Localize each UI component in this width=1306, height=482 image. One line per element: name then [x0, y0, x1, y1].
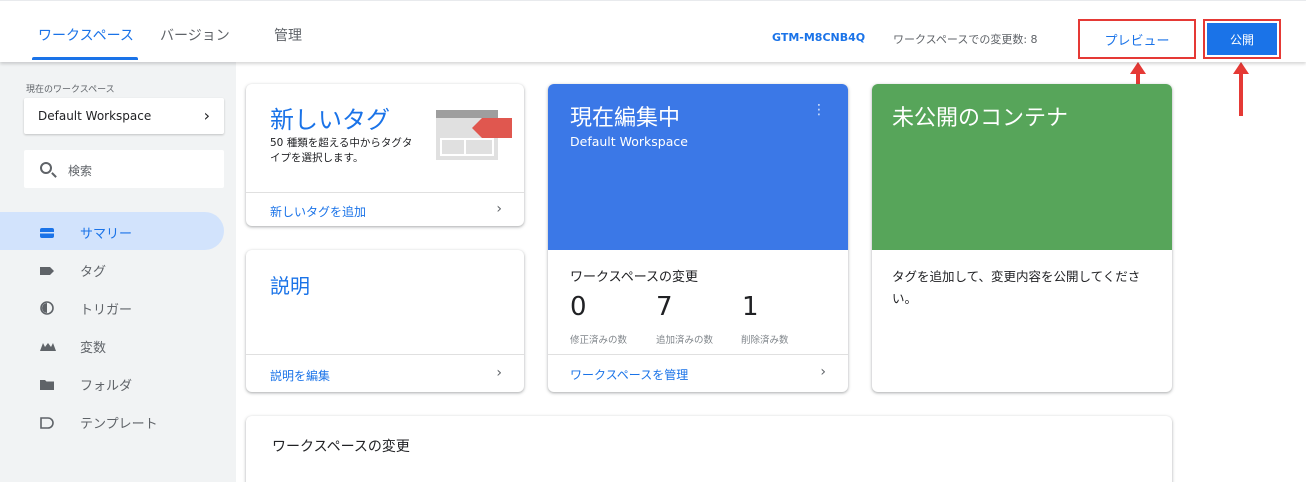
sidebar-item-summary[interactable]: サマリー	[0, 212, 224, 250]
unpublished-container-title: 未公開のコンテナ	[892, 106, 1069, 131]
description-title: 説明	[270, 274, 310, 298]
modified-label: 修正済みの数	[570, 335, 628, 346]
trigger-icon	[40, 300, 54, 315]
sidebar-item-label: 変数	[80, 341, 107, 356]
unpublished-container-card: 未公開のコンテナ タグを追加して、変更内容を公開してください。	[872, 84, 1172, 392]
sidebar-item-variables[interactable]: 変数	[0, 326, 224, 364]
unpublished-container-message: タグを追加して、変更内容を公開してください。	[892, 269, 1141, 306]
manage-workspaces-label: ワークスペースを管理	[570, 368, 689, 382]
currently-editing-header: 現在編集中 Default Workspace ⋮	[548, 84, 848, 250]
add-new-tag-link[interactable]: 新しいタグを追加 ›	[246, 193, 524, 226]
tab-versions[interactable]: バージョン	[160, 25, 230, 45]
preview-button[interactable]: プレビュー	[1078, 19, 1196, 59]
deleted-count: 1	[742, 292, 759, 322]
deleted-label: 削除済み数	[741, 335, 789, 346]
tag-illustration-red-tag	[472, 118, 512, 138]
chevron-right-icon: ›	[496, 365, 502, 381]
new-tag-title[interactable]: 新しいタグ	[270, 100, 390, 135]
new-tag-description: 50 種類を超える中からタグタイプを選択します。	[270, 137, 413, 164]
more-vert-icon[interactable]: ⋮	[812, 102, 826, 118]
chevron-right-icon: ›	[496, 201, 502, 217]
sidebar-item-label: トリガー	[80, 303, 133, 318]
sidebar-item-tags[interactable]: タグ	[0, 250, 224, 288]
sidebar-item-label: タグ	[80, 265, 107, 280]
edit-description-label: 説明を編集	[270, 369, 331, 383]
sidebar-item-label: フォルダ	[80, 379, 133, 394]
workspace-changes-heading: ワークスペースの変更	[272, 439, 410, 455]
folder-icon	[40, 376, 54, 390]
search-icon	[40, 162, 52, 174]
description-card: 説明 説明を編集 ›	[246, 250, 524, 392]
sidebar-item-templates[interactable]: テンプレート	[0, 402, 224, 440]
current-workspace-name: Default Workspace	[570, 134, 688, 149]
search-placeholder: 検索	[68, 164, 93, 178]
top-bar: ワークスペース バージョン 管理 GTM-M8CNB4Q ワークスペースでの変更…	[0, 0, 1306, 62]
publish-button[interactable]: 公開	[1203, 19, 1281, 59]
added-label: 追加済みの数	[656, 335, 714, 346]
sidebar: 現在のワークスペース Default Workspace › 検索 サマリー タ…	[0, 62, 236, 482]
tag-icon	[40, 262, 54, 275]
sidebar-item-label: テンプレート	[80, 417, 158, 432]
publish-button-label: 公開	[1207, 23, 1277, 55]
modified-count: 0	[570, 292, 587, 322]
tab-workspace[interactable]: ワークスペース	[38, 25, 134, 45]
added-count: 7	[656, 292, 673, 322]
workspace-changes-title: ワークスペースの変更	[570, 270, 699, 285]
workspace-changes-count: ワークスペースでの変更数: 8	[893, 33, 1038, 46]
currently-editing-card: 現在編集中 Default Workspace ⋮ ワークスペースの変更 0 7…	[548, 84, 848, 392]
chevron-right-icon: ›	[203, 106, 210, 125]
edit-description-link[interactable]: 説明を編集 ›	[246, 355, 524, 392]
template-icon	[40, 414, 54, 429]
tab-admin[interactable]: 管理	[274, 25, 302, 45]
summary-icon	[40, 224, 54, 238]
add-new-tag-label: 新しいタグを追加	[270, 205, 367, 219]
preview-button-label: プレビュー	[1104, 33, 1170, 49]
new-tag-card: 新しいタグ 50 種類を超える中からタグタイプを選択します。 新しいタグを追加 …	[246, 84, 524, 226]
variable-icon	[40, 338, 56, 351]
search-input[interactable]: 検索	[24, 150, 224, 188]
workspace-selector[interactable]: Default Workspace ›	[24, 98, 224, 134]
manage-workspaces-link[interactable]: ワークスペースを管理 ›	[548, 355, 848, 392]
chevron-right-icon: ›	[820, 364, 826, 380]
sidebar-item-label: サマリー	[80, 227, 133, 242]
workspace-name: Default Workspace	[38, 109, 152, 123]
workspace-changes-card: ワークスペースの変更	[246, 416, 1172, 482]
workspace-label: 現在のワークスペース	[26, 85, 115, 95]
publish-arrow-annotation	[1233, 62, 1249, 116]
sidebar-item-folders[interactable]: フォルダ	[0, 364, 224, 402]
container-id[interactable]: GTM-M8CNB4Q	[772, 31, 865, 44]
active-tab-indicator	[32, 57, 138, 60]
unpublished-container-header: 未公開のコンテナ	[872, 84, 1172, 250]
currently-editing-title: 現在編集中	[570, 106, 681, 131]
sidebar-item-triggers[interactable]: トリガー	[0, 288, 224, 326]
